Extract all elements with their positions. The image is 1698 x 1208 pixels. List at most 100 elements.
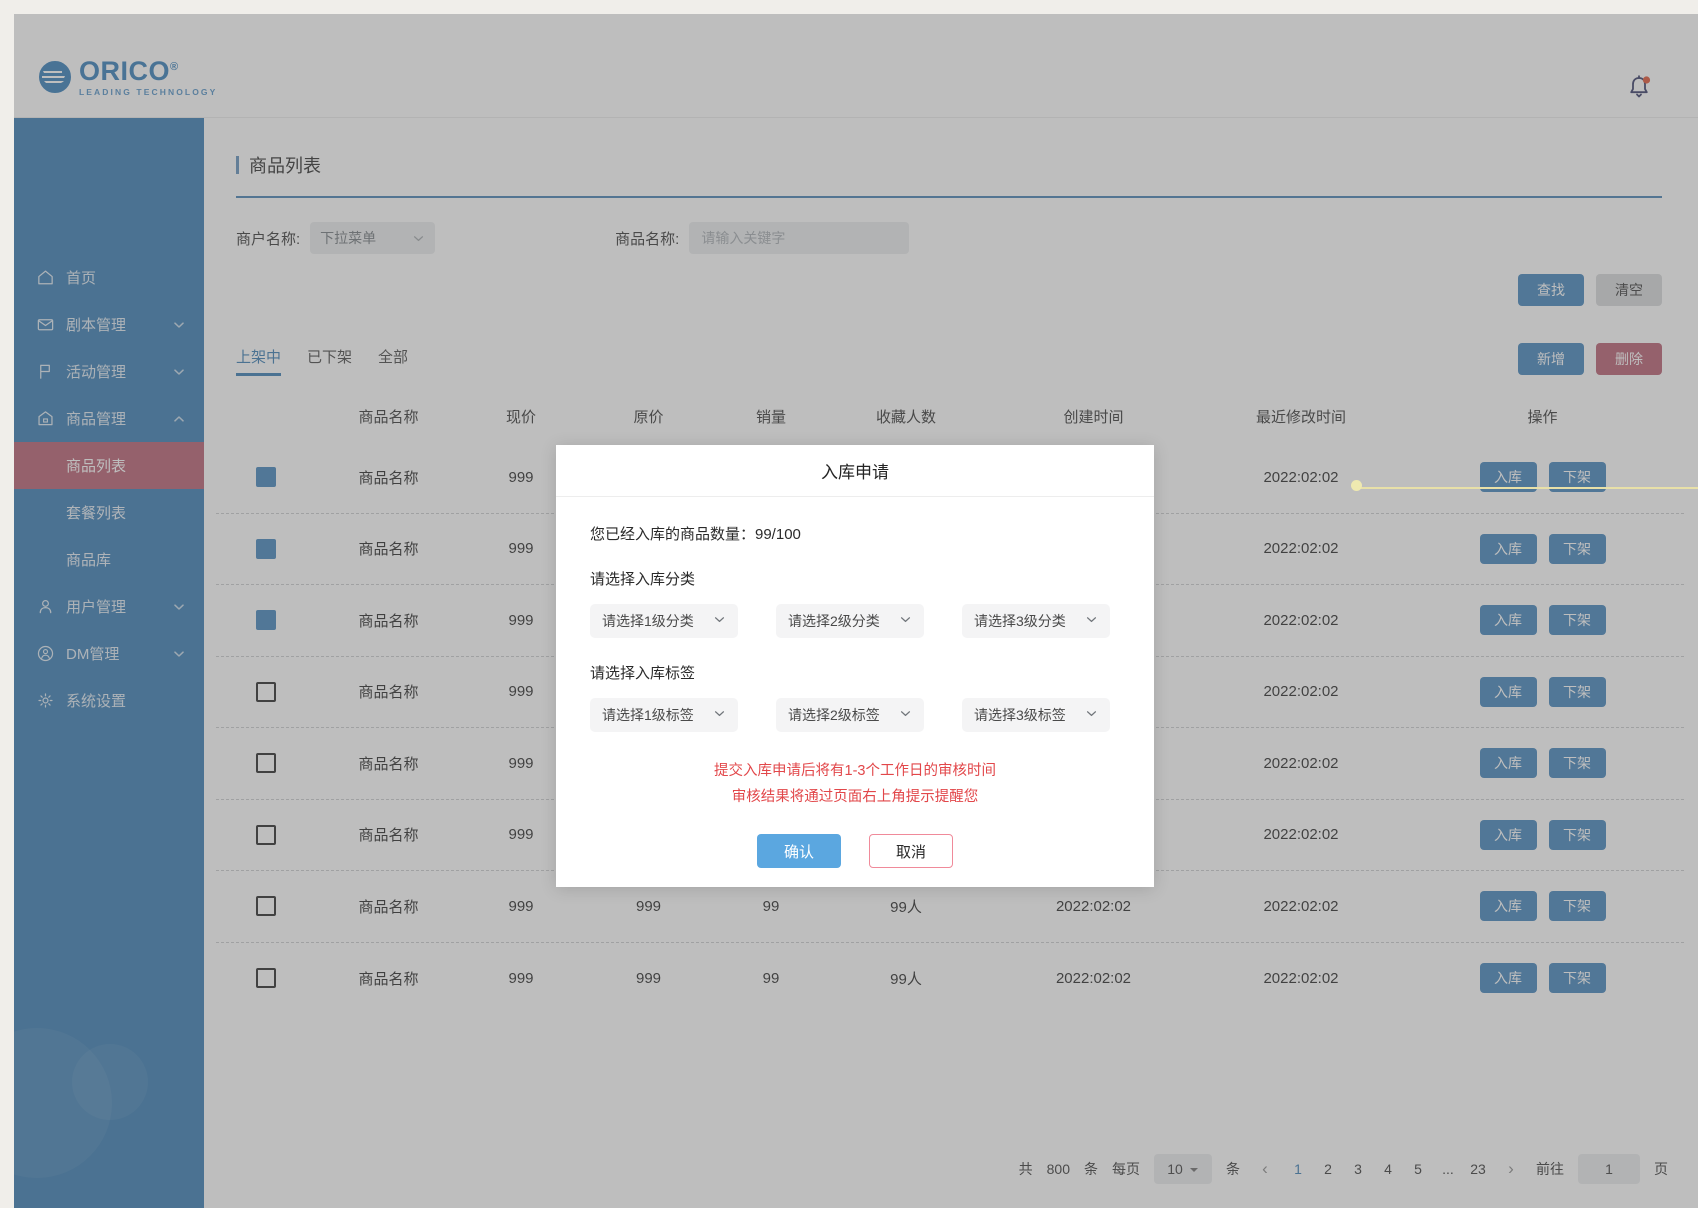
tag-level3-select[interactable]: 请选择3级标签	[962, 698, 1110, 732]
sidebar-item-script-management[interactable]: 剧本管理	[14, 301, 204, 348]
brand-tagline: LEADING TECHNOLOGY	[79, 87, 218, 97]
pagination-page-1[interactable]: 1	[1290, 1161, 1306, 1177]
category-level1-value: 请选择1级分类	[602, 613, 694, 629]
registered-mark: ®	[170, 61, 179, 73]
cancel-button[interactable]: 取消	[869, 834, 953, 868]
tab-off-shelf[interactable]: 已下架	[307, 346, 352, 376]
tab-on-shelf[interactable]: 上架中	[236, 346, 282, 376]
cell-operations: 入库 下架	[1401, 819, 1684, 850]
sidebar-subitem-label: 商品列表	[66, 458, 127, 475]
tag-selects: 请选择1级标签 请选择2级标签 请选择3级标签	[590, 698, 1120, 732]
sidebar-item-system-settings[interactable]: 系统设置	[14, 677, 204, 724]
sidebar-item-dm-management[interactable]: DM管理	[14, 630, 204, 677]
stock-in-button[interactable]: 入库	[1479, 533, 1537, 564]
row-checkbox[interactable]	[256, 467, 276, 488]
stock-in-button[interactable]: 入库	[1479, 819, 1537, 850]
row-checkbox[interactable]	[256, 968, 276, 989]
tab-all[interactable]: 全部	[378, 346, 408, 376]
sidebar-subitem-package-list[interactable]: 套餐列表	[14, 489, 204, 536]
stock-in-button[interactable]: 入库	[1479, 748, 1537, 779]
sidebar-subitem-product-list[interactable]: 商品列表	[14, 442, 204, 489]
clear-button[interactable]: 清空	[1596, 274, 1662, 306]
cell-operations: 入库 下架	[1401, 748, 1684, 779]
category-section-label: 请选择入库分类	[590, 571, 696, 588]
pagination-next-button[interactable]: ›	[1500, 1159, 1522, 1179]
search-button[interactable]: 查找	[1518, 274, 1584, 306]
user-circle-icon	[36, 644, 55, 663]
chevron-down-icon	[412, 232, 425, 245]
cell-product-name: 商品名称	[358, 970, 419, 988]
dialog-notice: 提交入库申请后将有1-3个工作日的审核时间 审核结果将通过页面右上角提示提醒您	[590, 758, 1120, 810]
page-header: 商品列表	[236, 152, 1662, 198]
top-bar: ORICO® LEADING TECHNOLOGY	[14, 14, 1698, 118]
sidebar-item-user-management[interactable]: 用户管理	[14, 583, 204, 630]
take-down-button[interactable]: 下架	[1548, 676, 1606, 707]
cell-product-name: 商品名称	[358, 755, 419, 773]
row-checkbox[interactable]	[256, 896, 276, 917]
category-level3-select[interactable]: 请选择3级分类	[962, 604, 1110, 638]
category-level1-select[interactable]: 请选择1级分类	[590, 604, 738, 638]
tag-level2-select[interactable]: 请选择2级标签	[776, 698, 924, 732]
row-checkbox[interactable]	[256, 824, 276, 845]
pagination-page-4[interactable]: 4	[1380, 1161, 1396, 1177]
row-checkbox-cell	[216, 896, 316, 917]
filter-bar: 商户名称: 下拉菜单 商品名称:	[236, 222, 1662, 254]
sidebar-menu: 首页 剧本管理 活动管理 商品管理 商品列表 套餐列表 商品库 用户管理 DM管…	[14, 254, 204, 724]
header-product-name: 商品名称	[358, 408, 419, 426]
tag-level1-select[interactable]: 请选择1级标签	[590, 698, 738, 732]
page-title: 商品列表	[236, 152, 1662, 178]
pagination-page-2[interactable]: 2	[1320, 1161, 1336, 1177]
pagination-total-prefix: 共	[1018, 1161, 1033, 1177]
cell-operations: 入库 下架	[1401, 533, 1684, 564]
sidebar-item-product-management[interactable]: 商品管理	[14, 395, 204, 442]
tag-level3-value: 请选择3级标签	[974, 707, 1066, 723]
sidebar-subitem-product-library[interactable]: 商品库	[14, 536, 204, 583]
merchant-select[interactable]: 下拉菜单	[310, 222, 436, 254]
cell-sales: 99	[762, 969, 780, 987]
take-down-button[interactable]: 下架	[1548, 891, 1606, 922]
pagination-page-3[interactable]: 3	[1350, 1161, 1366, 1177]
category-level2-select[interactable]: 请选择2级分类	[776, 604, 924, 638]
header-modify-time: 最近修改时间	[1255, 408, 1346, 426]
row-checkbox[interactable]	[256, 681, 276, 702]
pagination-goto-input[interactable]	[1578, 1154, 1640, 1184]
row-checkbox[interactable]	[256, 610, 276, 631]
pagination-page-last[interactable]: 23	[1470, 1161, 1486, 1177]
cell-operations: 入库 下架	[1401, 605, 1684, 636]
pagination-total-suffix: 条	[1084, 1161, 1098, 1177]
take-down-button[interactable]: 下架	[1548, 605, 1606, 636]
stock-in-button[interactable]: 入库	[1479, 605, 1537, 636]
take-down-button[interactable]: 下架	[1548, 963, 1606, 994]
stock-in-button[interactable]: 入库	[1479, 891, 1537, 922]
cell-modify-time: 2022:02:02	[1263, 897, 1339, 915]
take-down-button[interactable]: 下架	[1548, 533, 1606, 564]
stock-in-button[interactable]: 入库	[1479, 676, 1537, 707]
product-name-input[interactable]	[689, 222, 910, 254]
sidebar-subitem-label: 套餐列表	[66, 505, 127, 522]
sidebar-item-activity-management[interactable]: 活动管理	[14, 348, 204, 395]
pagination-prev-button[interactable]: ‹	[1254, 1159, 1276, 1179]
header-divider	[236, 196, 1662, 198]
cell-product-name: 商品名称	[358, 684, 419, 702]
cell-modify-time: 2022:02:02	[1263, 754, 1339, 772]
pagination-perpage-suffix: 条	[1226, 1161, 1240, 1177]
chevron-down-icon	[899, 613, 912, 629]
cell-favorites: 99人	[890, 970, 922, 988]
brand-logo: ORICO® LEADING TECHNOLOGY	[38, 58, 217, 97]
cell-operations: 入库 下架	[1401, 891, 1684, 922]
notification-bell-icon[interactable]	[1626, 74, 1652, 102]
header-create-time: 创建时间	[1063, 408, 1124, 426]
pagination-perpage-select[interactable]: 10	[1154, 1154, 1212, 1184]
sidebar-item-home[interactable]: 首页	[14, 254, 204, 301]
stock-in-button[interactable]: 入库	[1479, 963, 1537, 994]
take-down-button[interactable]: 下架	[1548, 748, 1606, 779]
delete-button[interactable]: 删除	[1596, 343, 1662, 375]
take-down-button[interactable]: 下架	[1548, 819, 1606, 850]
row-checkbox[interactable]	[256, 753, 276, 774]
row-checkbox-cell	[216, 681, 316, 702]
add-button[interactable]: 新增	[1518, 343, 1584, 375]
row-checkbox[interactable]	[256, 538, 276, 559]
pagination-page-5[interactable]: 5	[1410, 1161, 1426, 1177]
annotation-line	[1356, 487, 1698, 489]
confirm-button[interactable]: 确认	[757, 834, 841, 868]
